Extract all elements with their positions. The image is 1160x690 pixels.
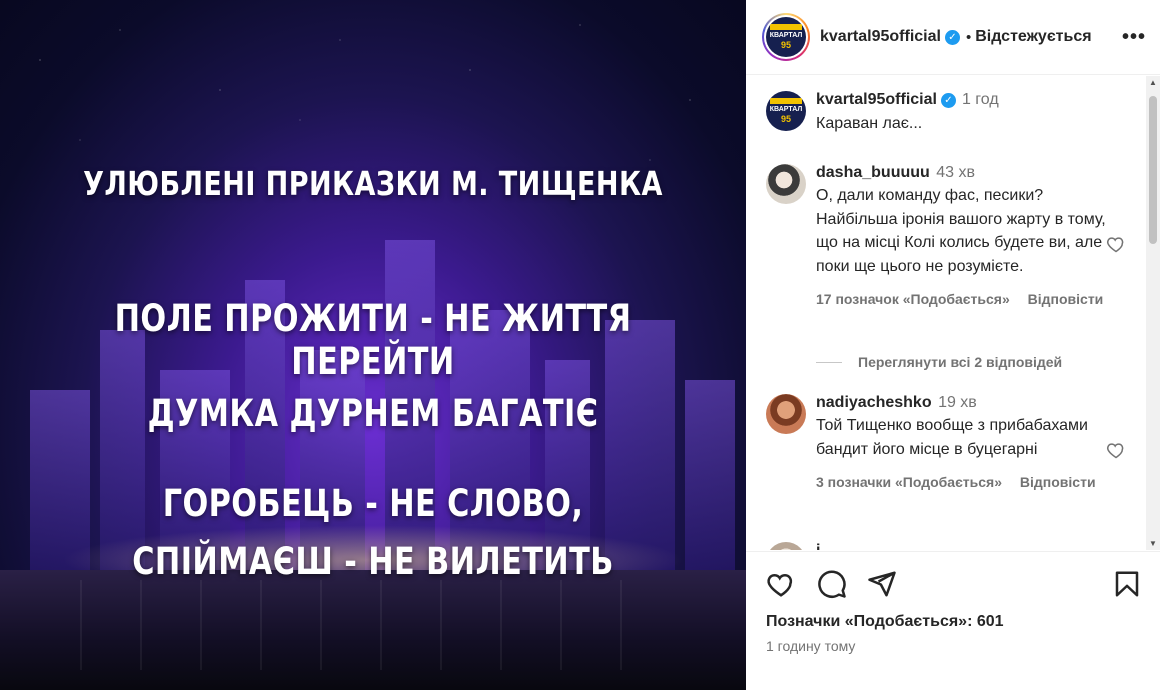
- caption-time[interactable]: 1 год: [962, 91, 999, 109]
- post-image[interactable]: УЛЮБЛЕНІ ПРИКАЗКИ М. ТИЩЕНКА ПОЛЕ ПРОЖИТ…: [0, 0, 746, 690]
- image-line: ГОРОБЕЦЬ - НЕ СЛОВО,: [162, 482, 584, 525]
- following-button[interactable]: Відстежується: [975, 28, 1091, 46]
- post-header: КВАРТАЛ 95 kvartal95official ✓ • Відстеж…: [746, 0, 1160, 75]
- verified-badge-icon: ✓: [940, 92, 956, 108]
- profile-avatar[interactable]: КВАРТАЛ 95: [762, 13, 810, 61]
- commenter-avatar[interactable]: [766, 542, 806, 550]
- image-line: ДУМКА ДУРНЕМ БАГАТІЄ: [147, 392, 599, 435]
- caption-avatar[interactable]: КВАРТАЛ 95: [766, 91, 806, 131]
- image-line: ПОЛЕ ПРОЖИТИ - НЕ ЖИТТЯ ПЕРЕЙТИ: [114, 297, 632, 383]
- comment-text: Той Тищенко вообще з прибабахами бандит …: [816, 417, 1088, 458]
- kvartal95-logo: КВАРТАЛ 95: [766, 17, 806, 57]
- scroll-down-arrow-icon[interactable]: ▼: [1149, 539, 1157, 548]
- like-heart-icon[interactable]: [766, 569, 796, 599]
- reply-button[interactable]: Відповісти: [1020, 474, 1096, 490]
- comment-item: dasha_buuuuu 43 хв О, дали команду фас, …: [766, 164, 1126, 307]
- likes-count[interactable]: Позначки «Подобається»: 601: [766, 613, 1004, 631]
- comment-likes[interactable]: 3 позначки «Подобається»: [816, 474, 1002, 490]
- post-actions: Позначки «Подобається»: 601 1 годину том…: [746, 551, 1160, 690]
- comment-time[interactable]: 19 хв: [938, 394, 977, 411]
- comment-time[interactable]: 43 хв: [936, 164, 975, 181]
- post-sidebar: КВАРТАЛ 95 kvartal95official ✓ • Відстеж…: [746, 0, 1160, 690]
- bookmark-icon[interactable]: [1112, 569, 1142, 599]
- comment-item-partial: i...: [766, 542, 1126, 550]
- commenter-avatar[interactable]: [766, 394, 806, 434]
- comment-item: nadiyacheshko 19 хв Той Тищенко вообще з…: [766, 394, 1126, 490]
- comments-scrollbar[interactable]: ▲ ▼: [1146, 76, 1160, 550]
- scrollbar-thumb[interactable]: [1149, 96, 1157, 244]
- more-options-icon[interactable]: •••: [1122, 26, 1146, 49]
- comment-text: О, дали команду фас, песики? Найбільша і…: [816, 187, 1106, 275]
- comment-like-heart-icon[interactable]: [1106, 440, 1126, 460]
- separator-dot: •: [965, 28, 972, 46]
- caption-text: Караван лає...: [816, 115, 923, 132]
- share-send-icon[interactable]: [867, 569, 897, 599]
- comment-username[interactable]: dasha_buuuuu: [816, 164, 930, 181]
- verified-badge-icon: ✓: [944, 29, 960, 45]
- image-line: СПІЙМАЄШ - НЕ ВИЛЕТИТЬ: [132, 540, 614, 583]
- image-title: УЛЮБЛЕНІ ПРИКАЗКИ М. ТИЩЕНКА: [83, 164, 663, 203]
- view-replies-button[interactable]: Переглянути всі 2 відповідей: [816, 354, 1062, 370]
- comment-like-heart-icon[interactable]: [1106, 234, 1126, 254]
- comment-icon[interactable]: [817, 569, 847, 599]
- header-username[interactable]: kvartal95official: [820, 28, 941, 46]
- caption-username[interactable]: kvartal95official: [816, 91, 937, 109]
- comment-username[interactable]: i...: [816, 542, 834, 550]
- comments-list[interactable]: КВАРТАЛ 95 kvartal95official ✓ 1 год Кар…: [746, 76, 1160, 550]
- comment-username[interactable]: nadiyacheshko: [816, 394, 932, 411]
- city-skyline-background: [0, 220, 746, 690]
- commenter-avatar[interactable]: [766, 164, 806, 204]
- scroll-up-arrow-icon[interactable]: ▲: [1149, 78, 1157, 87]
- post-timestamp[interactable]: 1 годину тому: [766, 638, 855, 654]
- comment-likes[interactable]: 17 позначок «Подобається»: [816, 291, 1010, 307]
- reply-button[interactable]: Відповісти: [1028, 291, 1104, 307]
- post-caption: КВАРТАЛ 95 kvartal95official ✓ 1 год Кар…: [766, 91, 999, 133]
